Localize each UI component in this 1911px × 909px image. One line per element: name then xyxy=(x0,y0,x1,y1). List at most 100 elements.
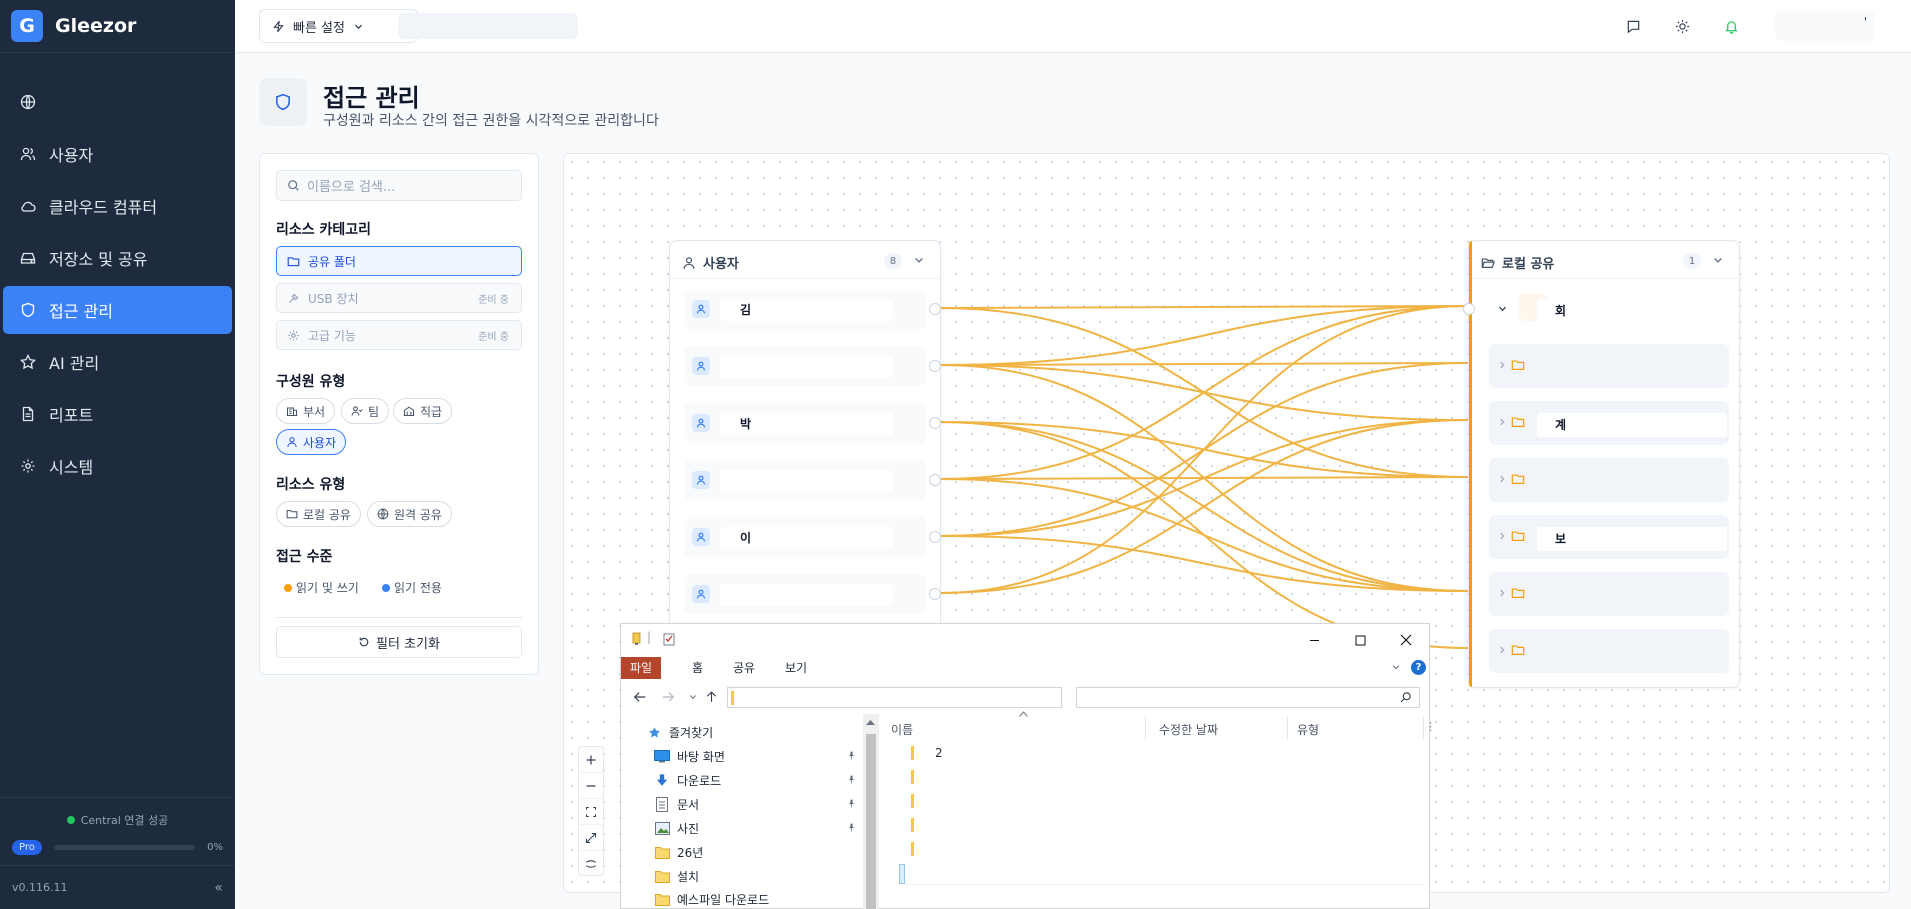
member-type-user[interactable]: 사용자 xyxy=(276,429,347,455)
quick-access-properties-icon[interactable] xyxy=(631,632,643,646)
pin-icon[interactable] xyxy=(847,823,856,832)
recent-locations-icon[interactable] xyxy=(689,693,697,701)
file-row[interactable] xyxy=(911,818,914,832)
ribbon-tab-home[interactable]: 홈 xyxy=(683,657,712,679)
access-edge[interactable] xyxy=(939,305,1469,480)
auto-layout-button[interactable] xyxy=(579,851,603,877)
user-connector-handle[interactable] xyxy=(929,531,941,543)
access-edge[interactable] xyxy=(939,419,1469,594)
pin-icon[interactable] xyxy=(847,799,856,808)
file-row[interactable] xyxy=(911,746,914,760)
column-separator[interactable] xyxy=(1423,716,1424,740)
fit-view-button[interactable] xyxy=(579,799,603,825)
chevron-down-icon[interactable] xyxy=(1712,254,1724,266)
address-bar[interactable] xyxy=(727,687,1062,708)
chevron-down-icon[interactable] xyxy=(1497,303,1508,314)
column-header-modified[interactable]: 수정한 날짜 xyxy=(1159,721,1218,738)
resource-row[interactable] xyxy=(1489,344,1729,388)
scrollbar-thumb[interactable] xyxy=(866,734,876,909)
access-edge[interactable] xyxy=(939,305,1469,594)
maximize-button[interactable] xyxy=(1350,630,1370,650)
quick-settings-button[interactable]: 빠른 설정 xyxy=(259,9,418,43)
resource-row[interactable] xyxy=(1489,629,1729,673)
user-node[interactable]: 사용자 8 김 박 이 xyxy=(669,240,941,640)
user-row[interactable] xyxy=(684,574,926,614)
sidebar-item-globe[interactable] xyxy=(3,78,232,126)
chevron-down-icon[interactable] xyxy=(1391,662,1401,672)
scroll-up-icon[interactable] xyxy=(866,719,875,726)
brand[interactable]: G Gleezor xyxy=(0,0,235,53)
column-header-name[interactable]: 이름 xyxy=(891,721,913,738)
tree-item-downloads[interactable]: 다운로드 xyxy=(653,769,721,791)
tree-item-favorites[interactable]: 즐겨찾기 xyxy=(645,721,713,743)
message-icon[interactable] xyxy=(1623,16,1643,36)
user-connector-handle[interactable] xyxy=(929,303,941,315)
ribbon-tab-file[interactable]: 파일 xyxy=(621,657,662,679)
user-row[interactable]: 박 xyxy=(684,403,926,443)
chevron-right-icon[interactable] xyxy=(1497,588,1507,598)
user-connector-handle[interactable] xyxy=(929,360,941,372)
header-search[interactable] xyxy=(398,13,578,39)
sun-icon[interactable] xyxy=(1672,16,1692,36)
ribbon-tab-share[interactable]: 공유 xyxy=(724,657,764,679)
pin-icon[interactable] xyxy=(847,775,856,784)
checklist-icon[interactable] xyxy=(663,632,676,646)
resource-row[interactable]: 계 xyxy=(1489,401,1729,445)
chevron-right-icon[interactable] xyxy=(1497,474,1507,484)
tree-item-folder[interactable]: 설치 xyxy=(653,865,699,887)
up-arrow-icon[interactable] xyxy=(705,690,718,704)
pin-icon[interactable] xyxy=(847,751,856,760)
bell-icon[interactable] xyxy=(1721,16,1741,36)
member-type-department[interactable]: 부서 xyxy=(276,398,336,424)
collapse-sidebar-button[interactable]: « xyxy=(214,880,223,896)
sidebar-item-access[interactable]: 접근 관리 xyxy=(3,286,232,334)
minimize-button[interactable] xyxy=(1304,630,1324,650)
resource-row[interactable]: 보 xyxy=(1489,515,1729,559)
tree-item-desktop[interactable]: 바탕 화면 xyxy=(653,745,725,767)
back-arrow-icon[interactable] xyxy=(633,690,647,704)
chevron-right-icon[interactable] xyxy=(1497,531,1507,541)
explorer-search-input[interactable] xyxy=(1076,687,1420,708)
resource-row[interactable] xyxy=(1489,458,1729,502)
sidebar-item-cloud[interactable]: 클라우드 컴퓨터 xyxy=(3,182,232,230)
zoom-in-button[interactable] xyxy=(579,747,603,773)
member-type-rank[interactable]: 직급 xyxy=(393,398,453,424)
column-header-type[interactable]: 유형 xyxy=(1297,721,1319,738)
chevron-right-icon[interactable] xyxy=(1497,645,1507,655)
access-edge[interactable] xyxy=(939,478,1469,592)
user-row[interactable] xyxy=(684,346,926,386)
chevron-down-icon[interactable] xyxy=(913,254,925,266)
selected-file-row[interactable] xyxy=(899,864,905,884)
file-explorer-window[interactable]: | 파일 홈 공유 보기 ? 즐겨찾기 바탕 화면 다운로드 문서 사진 26년… xyxy=(620,623,1436,909)
resource-node[interactable]: 로컬 공유 1 회 계 보 xyxy=(1463,240,1740,688)
member-type-team[interactable]: 팀 xyxy=(341,398,390,424)
user-row[interactable]: 이 xyxy=(684,517,926,557)
filter-search-input[interactable]: 이름으로 검색... xyxy=(276,170,522,201)
help-icon[interactable]: ? xyxy=(1411,660,1426,675)
reset-filter-button[interactable]: 필터 초기화 xyxy=(276,626,522,658)
chevron-right-icon[interactable] xyxy=(1497,360,1507,370)
close-button[interactable] xyxy=(1396,630,1416,650)
user-menu[interactable]: ' xyxy=(1775,11,1875,41)
chevron-right-icon[interactable] xyxy=(1497,417,1507,427)
sidebar-item-users[interactable]: 사용자 xyxy=(3,130,232,178)
user-connector-handle[interactable] xyxy=(929,474,941,486)
zoom-out-button[interactable] xyxy=(579,773,603,799)
resource-row[interactable]: 회 xyxy=(1489,287,1729,331)
category-shared-folder[interactable]: 공유 폴더 xyxy=(276,246,522,276)
file-row[interactable] xyxy=(911,842,914,856)
tree-item-pictures[interactable]: 사진 xyxy=(653,817,699,839)
sidebar-item-system[interactable]: 시스템 xyxy=(3,442,232,490)
navigation-scrollbar[interactable] xyxy=(863,714,879,909)
column-separator[interactable] xyxy=(1145,716,1146,740)
sidebar-item-ai[interactable]: AI 관리 xyxy=(3,338,232,386)
resource-connector-handle[interactable] xyxy=(1463,303,1475,315)
sidebar-item-report[interactable]: 리포트 xyxy=(3,390,232,438)
column-separator[interactable] xyxy=(1287,716,1288,740)
expand-icon[interactable] xyxy=(579,825,603,851)
tree-item-folder[interactable]: 26년 xyxy=(653,841,703,863)
resource-type-remote[interactable]: 원격 공유 xyxy=(367,501,452,527)
tree-item-folder[interactable]: 예스파일 다운로드 xyxy=(653,889,769,909)
file-row[interactable] xyxy=(911,794,914,808)
resource-type-local[interactable]: 로컬 공유 xyxy=(276,501,361,527)
